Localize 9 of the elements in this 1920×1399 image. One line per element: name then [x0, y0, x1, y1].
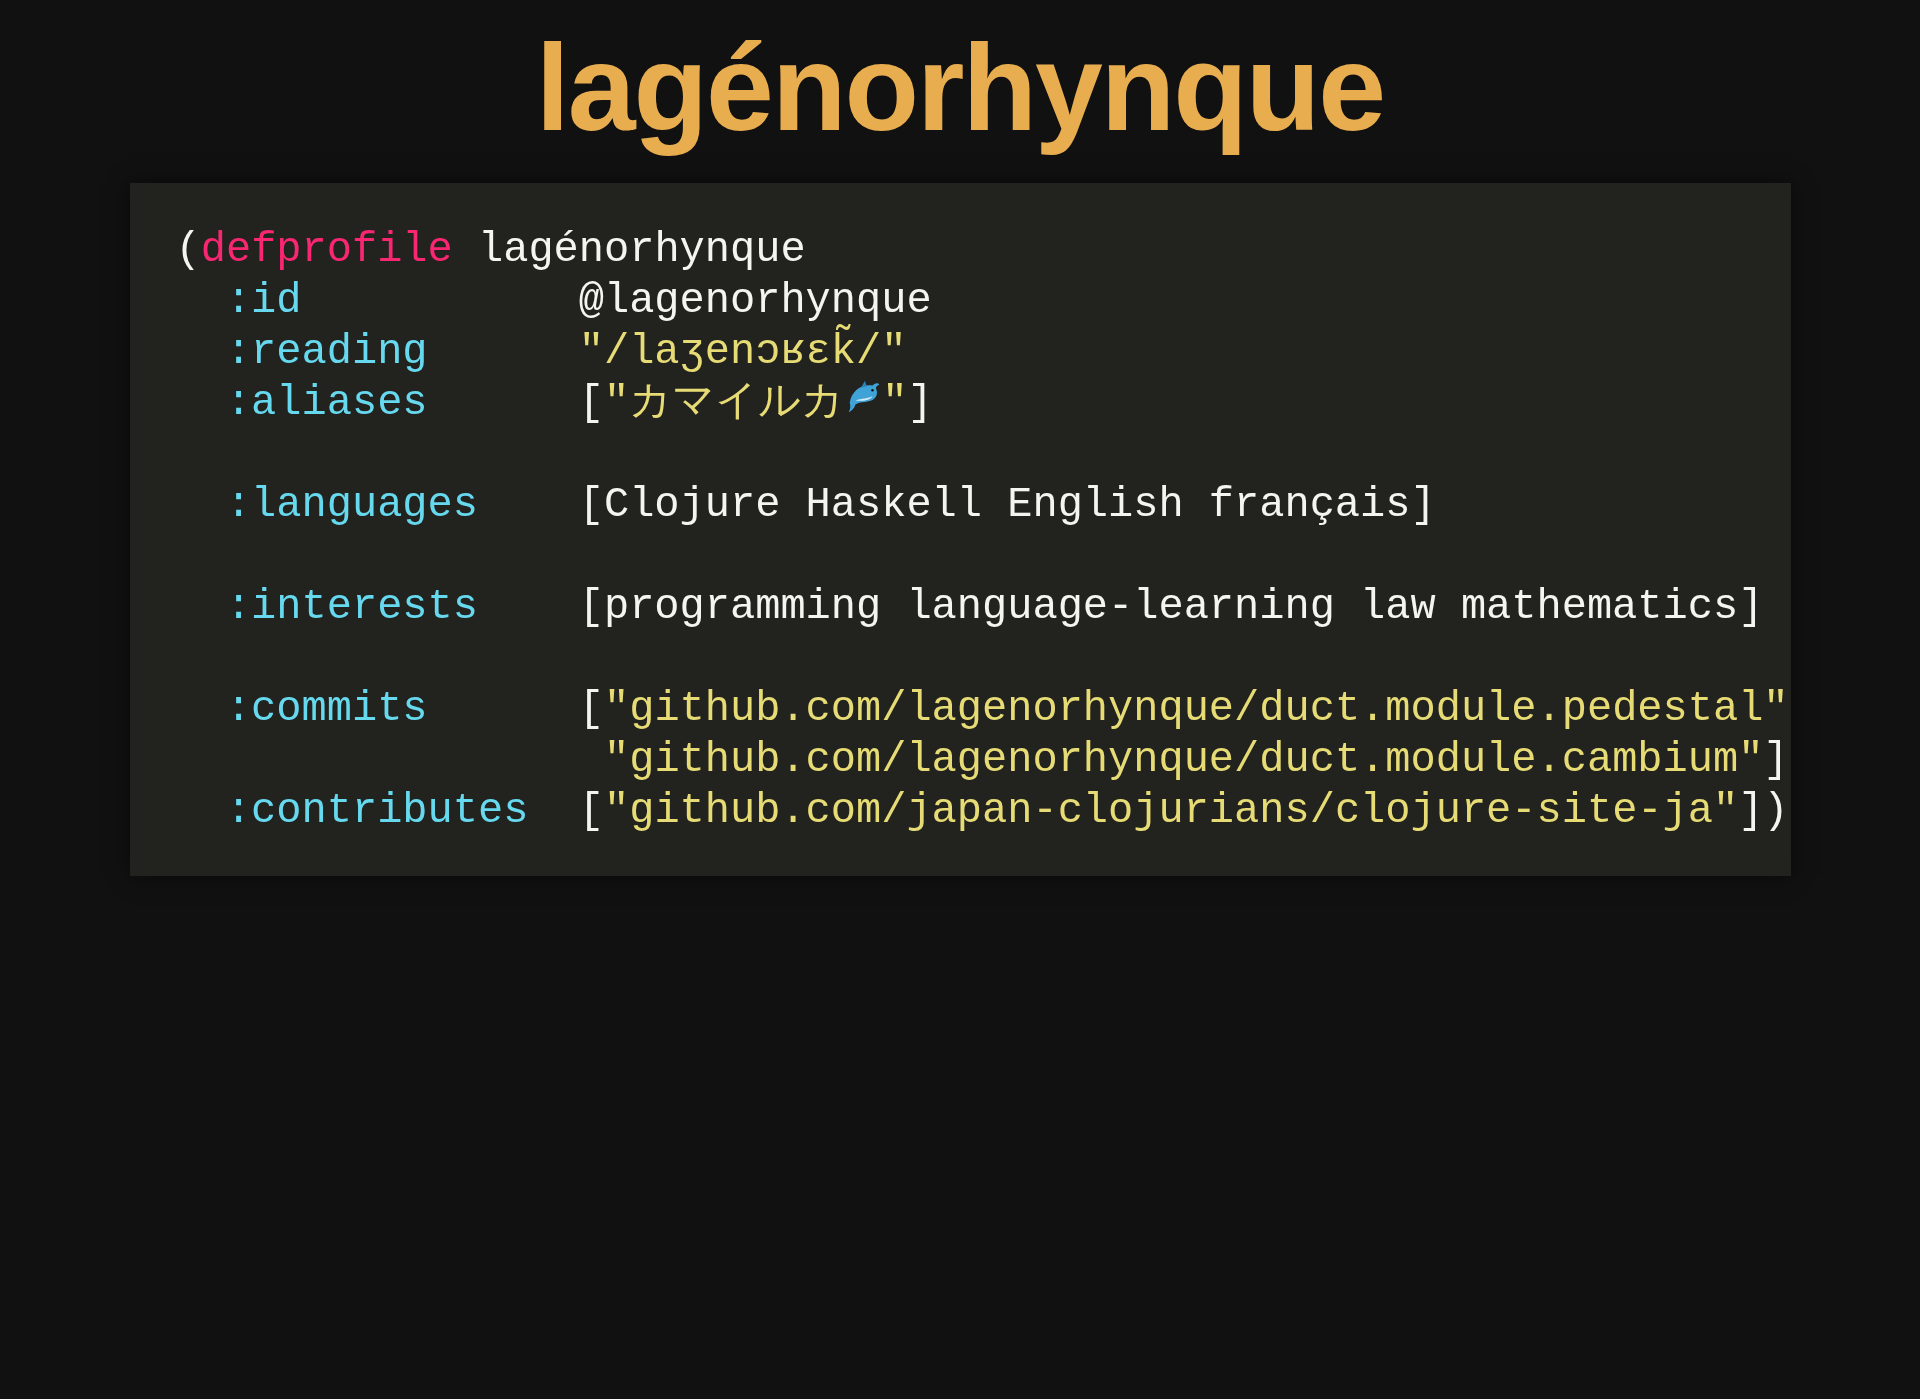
code-line: (defprofile lagénorhynque [175, 225, 807, 276]
code-line: :interests [programming language-learning law mathematics] [224, 582, 1765, 633]
slide-title: lagénorhynque [535, 19, 1385, 158]
code-line: :aliases ["カマイルカ "] [224, 378, 934, 429]
code-line: :commits ["github.com/lagenorhynque/duct.module.pedestal" [224, 684, 1790, 735]
code-line: :languages [Clojure Haskell English français] [224, 480, 1437, 531]
code-line: "github.com/lagenorhynque/duct.module.cambium"] [602, 735, 1790, 786]
code-line: :contributes ["github.com/japan-clojurians/clojure-site-ja"]) [224, 786, 1790, 837]
code-line: :id @lagenorhynque [224, 276, 933, 325]
